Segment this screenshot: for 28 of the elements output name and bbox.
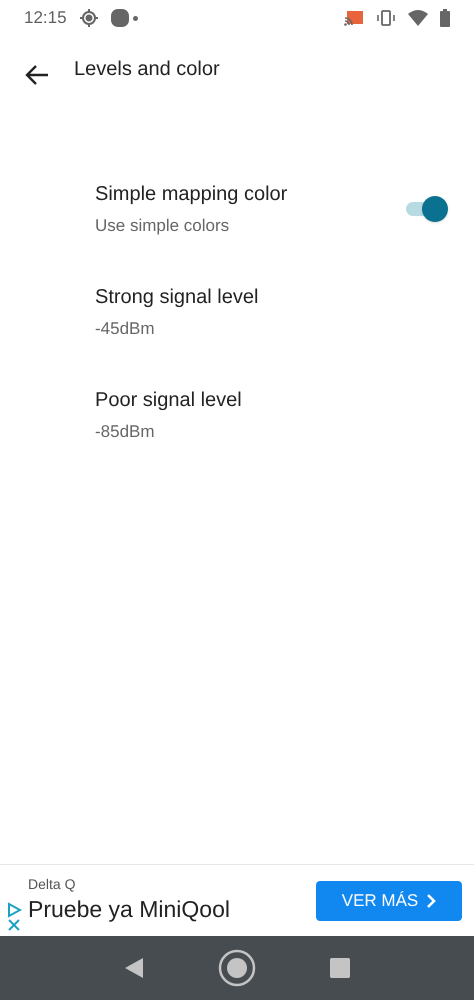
location-icon <box>78 8 99 28</box>
setting-title: Strong signal level <box>95 285 258 310</box>
advertiser-name: Delta Q <box>28 874 76 894</box>
settings-item[interactable]: Poor signal level -85dBm <box>0 363 474 467</box>
dot-icon <box>132 16 138 20</box>
ad-choices-icon[interactable] <box>6 902 22 918</box>
notification-icon <box>110 9 129 27</box>
ad-headline: Pruebe ya MiniQool <box>28 894 231 924</box>
vibrate-icon <box>376 10 396 26</box>
setting-summary: -45dBm <box>95 318 155 340</box>
status-time: 12:15 <box>24 7 67 30</box>
chevron-right-icon <box>426 892 436 908</box>
screen-title: Levels and color <box>74 57 220 82</box>
toggle-switch[interactable] <box>404 196 448 222</box>
setting-summary: Use simple colors <box>95 215 230 238</box>
wifi-icon <box>408 10 428 26</box>
setting-title: Simple mapping color <box>95 182 288 208</box>
nav-home-icon[interactable] <box>218 949 256 987</box>
setting-summary: -85dBm <box>95 421 155 444</box>
back-arrow-icon <box>25 64 49 86</box>
settings-item[interactable]: Strong signal level -45dBm <box>0 260 474 364</box>
settings-item[interactable]: Simple mapping color Use simple colors <box>0 157 474 261</box>
ver-mas-button[interactable]: VER MÁS <box>316 880 462 920</box>
battery-icon <box>440 9 450 27</box>
cast-icon <box>344 10 364 26</box>
setting-title: Poor signal level <box>95 388 242 414</box>
nav-back-icon[interactable] <box>124 957 144 979</box>
close-icon[interactable] <box>7 918 21 932</box>
